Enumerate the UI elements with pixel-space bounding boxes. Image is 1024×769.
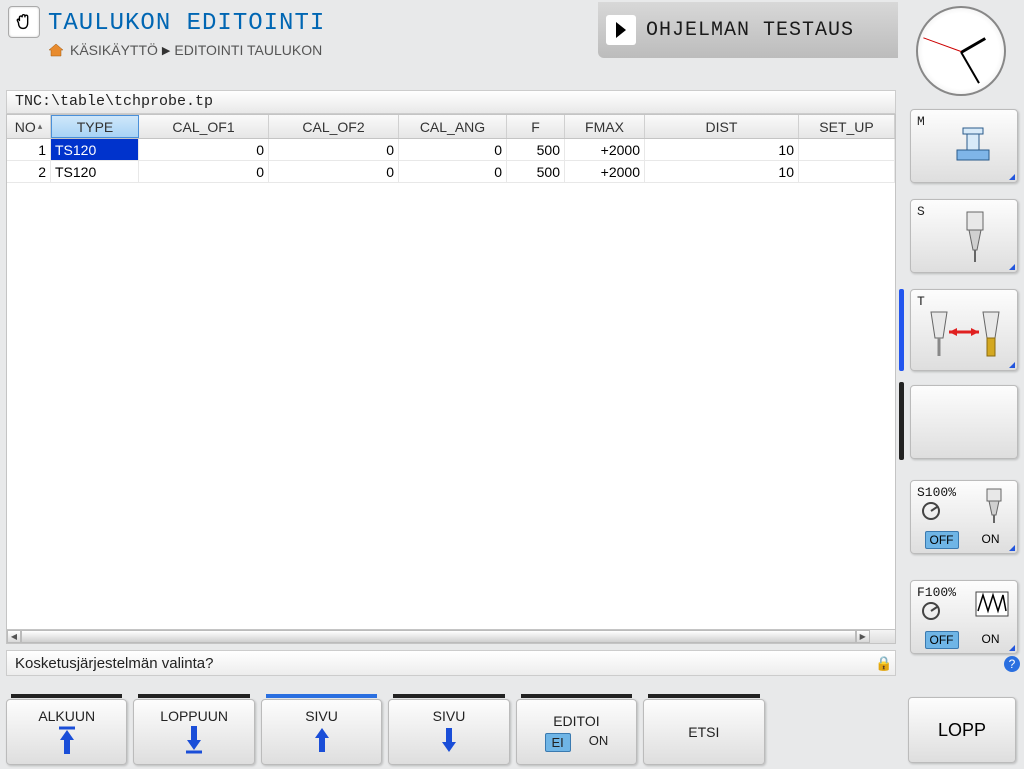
cell-of2[interactable]: 0 bbox=[269, 139, 399, 160]
col-header-fmax[interactable]: FMAX bbox=[565, 115, 645, 138]
s100-label: S100% bbox=[917, 485, 956, 500]
cell-fmax[interactable]: +2000 bbox=[565, 139, 645, 160]
program-testing-tab[interactable]: OHJELMAN TESTAUS bbox=[598, 2, 898, 58]
home-icon bbox=[48, 43, 64, 57]
softkey-editoi[interactable]: EDITOI EI ON bbox=[516, 699, 637, 765]
softkey-lopp[interactable]: LOPP bbox=[908, 697, 1016, 763]
chevron-right-icon: ▶ bbox=[162, 44, 170, 57]
status-text: Kosketusjärjestelmän valinta? bbox=[15, 655, 213, 672]
cell-fmax[interactable]: +2000 bbox=[565, 161, 645, 182]
col-header-calang[interactable]: CAL_ANG bbox=[399, 115, 507, 138]
tab-label: OHJELMAN TESTAUS bbox=[646, 19, 854, 42]
cell-f[interactable]: 500 bbox=[507, 161, 565, 182]
s-button[interactable]: S bbox=[910, 199, 1018, 273]
softkey-label: ALKUUN bbox=[38, 708, 95, 724]
cell-of1[interactable]: 0 bbox=[139, 139, 269, 160]
editoi-on-toggle[interactable]: ON bbox=[589, 733, 609, 752]
cell-dist[interactable]: 10 bbox=[645, 161, 799, 182]
col-header-no[interactable]: NO bbox=[7, 115, 51, 138]
breadcrumb-1: KÄSIKÄYTTÖ bbox=[70, 42, 158, 58]
col-header-setup[interactable]: SET_UP bbox=[799, 115, 895, 138]
cell-type[interactable]: TS120 bbox=[51, 161, 139, 182]
knob-icon bbox=[921, 601, 941, 621]
hand-mode-button[interactable] bbox=[8, 6, 40, 38]
cell-no: 2 bbox=[7, 161, 51, 182]
sidebar-indicator bbox=[899, 382, 904, 460]
f-on-toggle[interactable]: ON bbox=[978, 631, 1004, 649]
breadcrumb-2: EDITOINTI TAULUKON bbox=[174, 42, 322, 58]
softkey-label: ETSI bbox=[688, 724, 719, 740]
table-row[interactable]: 2 TS120 0 0 0 500 +2000 10 bbox=[7, 161, 895, 183]
tab-arrow-icon bbox=[606, 15, 636, 45]
softkey-alkuun[interactable]: ALKUUN bbox=[6, 699, 127, 765]
s-on-toggle[interactable]: ON bbox=[978, 531, 1004, 549]
cell-type[interactable]: TS120 bbox=[51, 139, 139, 160]
tool-change-icon bbox=[923, 308, 1007, 362]
cell-ang[interactable]: 0 bbox=[399, 139, 507, 160]
feed-waveform-icon bbox=[975, 591, 1009, 617]
cell-setup[interactable] bbox=[799, 139, 895, 160]
horizontal-scrollbar[interactable]: ◀ ▶ bbox=[7, 629, 895, 643]
m-button[interactable]: M bbox=[910, 109, 1018, 183]
softkey-sivu-up[interactable]: SIVU bbox=[261, 699, 382, 765]
cell-setup[interactable] bbox=[799, 161, 895, 182]
arrow-up-start-icon bbox=[56, 724, 78, 756]
col-header-type[interactable]: TYPE bbox=[51, 115, 139, 138]
col-header-calof1[interactable]: CAL_OF1 bbox=[139, 115, 269, 138]
arrow-up-icon bbox=[311, 724, 333, 756]
softkey-label: LOPPUUN bbox=[160, 708, 228, 724]
spindle-icon bbox=[961, 210, 989, 264]
t-label: T bbox=[917, 294, 925, 309]
f100-button[interactable]: F100% OFF ON bbox=[910, 580, 1018, 654]
col-header-dist[interactable]: DIST bbox=[645, 115, 799, 138]
cell-of2[interactable]: 0 bbox=[269, 161, 399, 182]
help-icon[interactable]: ? bbox=[1004, 656, 1020, 672]
m-label: M bbox=[917, 114, 925, 129]
machine-icon bbox=[949, 126, 997, 166]
spindle-small-icon bbox=[983, 487, 1005, 525]
page-title: TAULUKON EDITOINTI bbox=[48, 10, 325, 37]
arrow-down-icon bbox=[438, 724, 460, 756]
softkey-label: EDITOI bbox=[553, 713, 599, 729]
f-off-toggle[interactable]: OFF bbox=[925, 631, 959, 649]
cell-dist[interactable]: 10 bbox=[645, 139, 799, 160]
file-path: TNC:\table\tchprobe.tp bbox=[6, 90, 896, 114]
s100-button[interactable]: S100% OFF ON bbox=[910, 480, 1018, 554]
f100-label: F100% bbox=[917, 585, 956, 600]
scroll-right-arrow[interactable]: ▶ bbox=[856, 630, 870, 643]
col-header-f[interactable]: F bbox=[507, 115, 565, 138]
softkey-label: SIVU bbox=[305, 708, 338, 724]
clock-icon bbox=[916, 6, 1010, 100]
breadcrumb: KÄSIKÄYTTÖ ▶ EDITOINTI TAULUKON bbox=[48, 42, 322, 58]
scroll-thumb[interactable] bbox=[21, 630, 856, 643]
table-row[interactable]: 1 TS120 0 0 0 500 +2000 10 bbox=[7, 139, 895, 161]
status-bar: Kosketusjärjestelmän valinta? 🔒 bbox=[6, 650, 896, 676]
data-table: NO TYPE CAL_OF1 CAL_OF2 CAL_ANG F FMAX D… bbox=[6, 114, 896, 644]
empty-button[interactable] bbox=[910, 385, 1018, 459]
lock-icon: 🔒 bbox=[875, 655, 887, 672]
col-header-calof2[interactable]: CAL_OF2 bbox=[269, 115, 399, 138]
s-label: S bbox=[917, 204, 925, 219]
table-header-row: NO TYPE CAL_OF1 CAL_OF2 CAL_ANG F FMAX D… bbox=[7, 115, 895, 139]
t-button[interactable]: T bbox=[910, 289, 1018, 371]
softkey-sivu-down[interactable]: SIVU bbox=[388, 699, 509, 765]
softkey-etsi[interactable]: ETSI bbox=[643, 699, 764, 765]
softkey-loppuun[interactable]: LOPPUUN bbox=[133, 699, 254, 765]
cell-no: 1 bbox=[7, 139, 51, 160]
cell-f[interactable]: 500 bbox=[507, 139, 565, 160]
cell-of1[interactable]: 0 bbox=[139, 161, 269, 182]
arrow-down-end-icon bbox=[183, 724, 205, 756]
softkey-label: LOPP bbox=[938, 720, 986, 741]
knob-icon bbox=[921, 501, 941, 521]
sidebar-indicator-active bbox=[899, 289, 904, 371]
s-off-toggle[interactable]: OFF bbox=[925, 531, 959, 549]
cell-ang[interactable]: 0 bbox=[399, 161, 507, 182]
softkey-label: SIVU bbox=[433, 708, 466, 724]
editoi-ei-toggle[interactable]: EI bbox=[545, 733, 571, 752]
scroll-left-arrow[interactable]: ◀ bbox=[7, 630, 21, 643]
